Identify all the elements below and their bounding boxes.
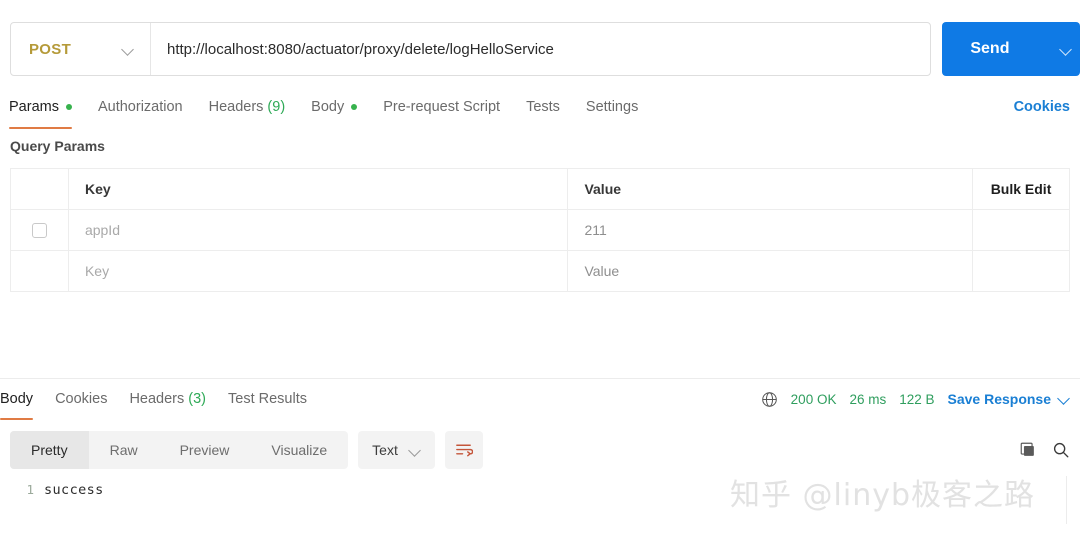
tab-authorization[interactable]: Authorization (98, 90, 183, 124)
select-all-cell (10, 168, 69, 210)
column-header-value: Value (567, 168, 974, 210)
globe-icon (761, 391, 778, 408)
param-key-input-empty[interactable]: Key (67, 250, 569, 292)
method-url-group: POST http://localhost:8080/actuator/prox… (10, 22, 932, 76)
http-method-select[interactable]: POST (11, 23, 151, 75)
response-size: 122 B (899, 391, 935, 407)
copy-icon[interactable] (1019, 441, 1037, 459)
chevron-down-icon (410, 445, 421, 456)
tab-headers-count: (9) (267, 99, 286, 115)
tab-params[interactable]: Params (9, 90, 72, 129)
request-tab-bar: Params Authorization Headers (9) Body Pr… (0, 90, 1080, 129)
tab-settings-label: Settings (585, 99, 639, 115)
tab-body-label: Body (311, 99, 345, 115)
modified-dot-icon (65, 104, 72, 110)
tab-authorization-label: Authorization (97, 99, 183, 115)
bulk-edit-cell: Bulk Edit (972, 168, 1070, 210)
tab-params-label: Params (9, 99, 59, 115)
save-response-button[interactable]: Save Response (948, 391, 1052, 407)
cookies-link[interactable]: Cookies (1014, 90, 1070, 124)
param-value-input[interactable]: 211 (567, 209, 974, 251)
postman-request-response-pane: POST http://localhost:8080/actuator/prox… (0, 0, 1080, 536)
view-mode-group: Pretty Raw Preview Visualize (10, 431, 349, 469)
send-button-label: Send (970, 40, 1010, 57)
response-meta: 200 OK 26 ms 122 B Save Response (761, 382, 1070, 416)
param-key-input[interactable]: appId (67, 209, 569, 251)
column-header-key: Key (67, 168, 569, 210)
response-tab-body-label: Body (0, 391, 34, 407)
row-checkbox-cell (10, 209, 69, 251)
response-tab-body[interactable]: Body (0, 382, 34, 420)
response-tab-headers[interactable]: Headers (3) (129, 382, 206, 416)
send-button[interactable]: Send (942, 22, 1080, 76)
response-tab-headers-count: (3) (188, 391, 206, 407)
table-header-row: Key Value Bulk Edit (10, 168, 1070, 210)
chevron-down-icon (1061, 44, 1072, 55)
table-row: Key Value (10, 250, 1070, 292)
url-input[interactable]: http://localhost:8080/actuator/proxy/del… (151, 23, 930, 75)
watermark-divider (1066, 476, 1067, 524)
row-checkbox[interactable] (31, 222, 47, 238)
row-actions-cell (972, 250, 1070, 292)
tab-tests-label: Tests (526, 99, 560, 115)
http-method-label: POST (29, 40, 72, 58)
view-mode-raw[interactable]: Raw (89, 431, 159, 469)
language-select-label: Text (372, 442, 398, 458)
chevron-down-icon[interactable] (1059, 392, 1070, 407)
modified-dot-icon (351, 104, 358, 110)
tab-pre-request-script[interactable]: Pre-request Script (383, 90, 500, 124)
chevron-down-icon (123, 44, 134, 55)
view-mode-pretty[interactable]: Pretty (10, 431, 89, 469)
response-body-text: success (44, 482, 104, 498)
table-row: appId 211 (10, 209, 1070, 251)
response-divider (0, 378, 1080, 379)
tab-tests[interactable]: Tests (526, 90, 560, 124)
line-number: 1 (26, 482, 34, 497)
tab-pre-request-script-label: Pre-request Script (383, 99, 501, 115)
view-mode-visualize[interactable]: Visualize (250, 431, 348, 469)
row-checkbox-cell (10, 250, 69, 292)
query-params-title: Query Params (10, 138, 105, 154)
url-bar: POST http://localhost:8080/actuator/prox… (0, 22, 1080, 76)
tab-body[interactable]: Body (311, 90, 358, 124)
response-format-toolbar: Pretty Raw Preview Visualize Text (0, 430, 1080, 470)
query-params-table: Key Value Bulk Edit appId 211 Key Value (10, 168, 1070, 292)
response-tab-headers-label: Headers (129, 391, 185, 407)
response-tab-cookies[interactable]: Cookies (55, 382, 107, 416)
response-tab-test-results[interactable]: Test Results (228, 382, 307, 416)
send-options-button[interactable] (1052, 44, 1080, 55)
search-icon[interactable] (1052, 441, 1070, 459)
tab-headers-label: Headers (208, 99, 264, 115)
bulk-edit-button[interactable]: Bulk Edit (991, 181, 1052, 197)
view-mode-preview[interactable]: Preview (159, 431, 251, 469)
response-time: 26 ms (849, 391, 887, 407)
param-value-input-empty[interactable]: Value (567, 250, 974, 292)
row-actions-cell (972, 209, 1070, 251)
tab-settings[interactable]: Settings (586, 90, 638, 124)
response-tab-test-results-label: Test Results (228, 391, 307, 407)
code-line: 1 success (0, 482, 1080, 504)
tab-headers[interactable]: Headers (9) (209, 90, 286, 124)
language-select[interactable]: Text (358, 431, 435, 469)
status-code: 200 OK (790, 391, 837, 407)
response-body-viewer[interactable]: 1 success (0, 482, 1080, 536)
word-wrap-toggle[interactable] (444, 431, 483, 469)
response-tab-cookies-label: Cookies (55, 391, 108, 407)
response-action-icons (1019, 430, 1070, 470)
